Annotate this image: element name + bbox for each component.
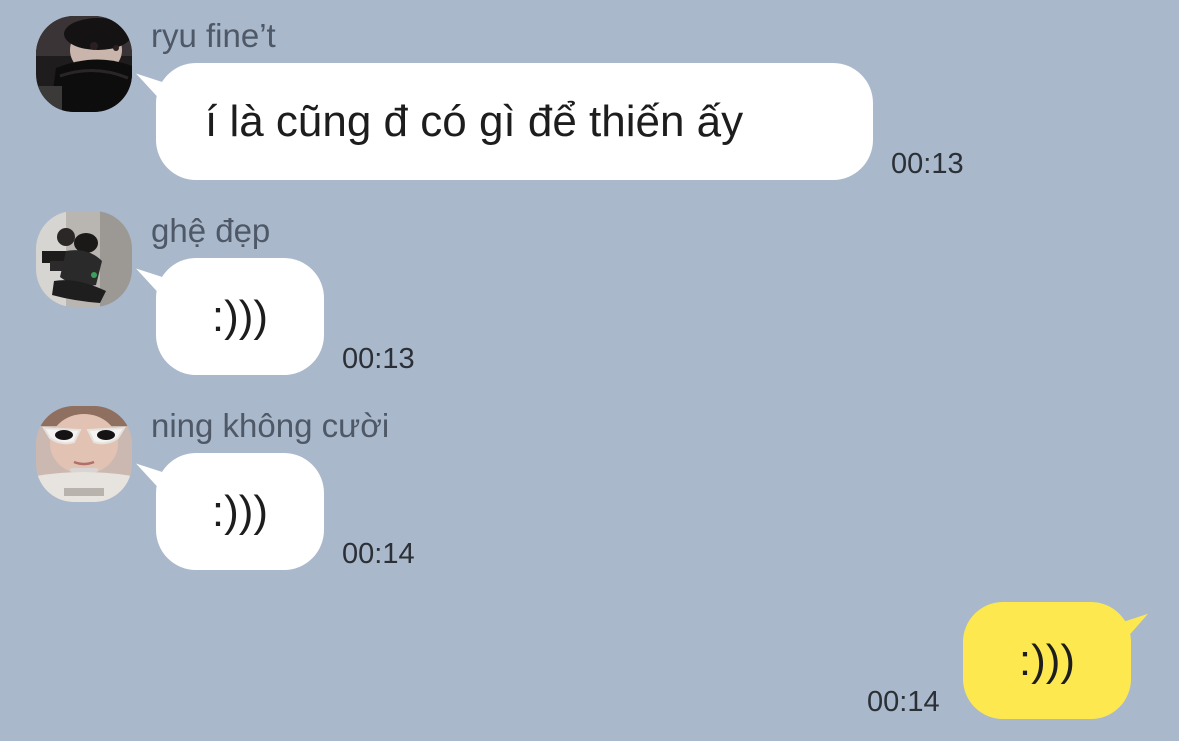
sender-avatar[interactable] [36,211,132,307]
message-text: :))) [1018,636,1076,685]
message-timestamp: 00:14 [342,538,415,570]
message-timestamp: 00:13 [342,343,415,375]
sender-avatar[interactable] [36,16,132,112]
sender-name: ghệ đẹp [151,212,271,249]
sender-avatar[interactable] [36,406,132,502]
message-bubble[interactable]: :))) [156,453,324,570]
message-bubble[interactable]: :))) [963,602,1131,719]
sender-name: ryu fine’t [151,17,276,54]
chat-thread: ryu fine’t í là cũng đ có gì để thiến ấy… [0,0,1179,741]
avatar-photo-sitting-person-icon [36,211,132,307]
message-timestamp: 00:14 [867,686,940,718]
message-timestamp: 00:13 [891,148,964,180]
message-bubble[interactable]: :))) [156,258,324,375]
message-text: :))) [211,487,269,536]
sender-name: ning không cười [151,407,390,444]
message-text: í là cũng đ có gì để thiến ấy [205,97,744,146]
message-bubble[interactable]: í là cũng đ có gì để thiến ấy [156,63,873,180]
avatar-photo-masked-person-icon [36,16,132,112]
avatar-photo-sunglasses-person-icon [36,406,132,502]
message-text: :))) [211,292,269,341]
